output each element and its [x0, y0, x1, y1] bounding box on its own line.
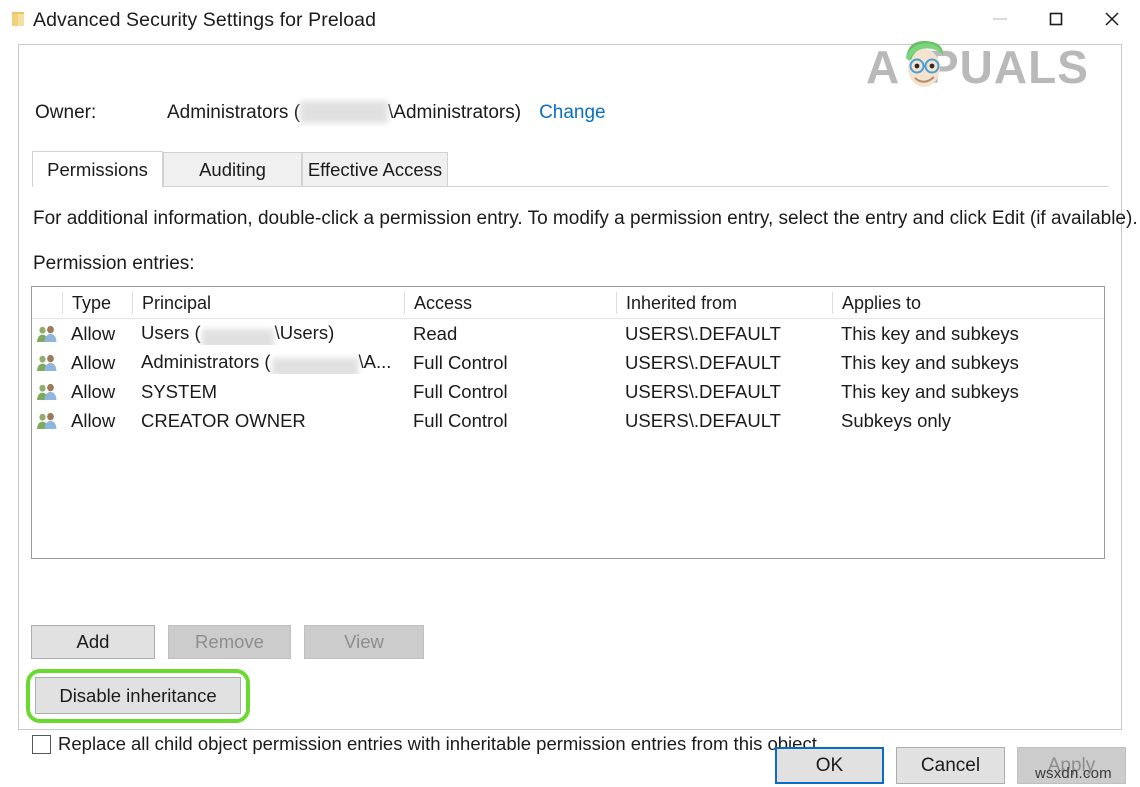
- active-tab-connector: [33, 186, 162, 188]
- table-row[interactable]: Allow CREATOR OWNER Full Control USERS\.…: [32, 406, 1104, 435]
- tab-strip-divider: [32, 186, 1109, 187]
- window-controls: [972, 0, 1140, 38]
- column-header-access[interactable]: Access: [404, 292, 616, 314]
- column-header-principal[interactable]: Principal: [132, 292, 404, 314]
- replace-child-permissions-row[interactable]: Replace all child object permission entr…: [32, 733, 817, 755]
- table-row[interactable]: Allow Administrators ( \A... Full Control…: [32, 348, 1104, 377]
- header-icon-spacer: [32, 292, 62, 314]
- column-header-inherited-from[interactable]: Inherited from: [616, 292, 832, 314]
- principal-suffix: \A...: [359, 351, 392, 372]
- cell-type: Allow: [62, 352, 132, 374]
- disable-inheritance-button[interactable]: Disable inheritance: [35, 677, 241, 714]
- owner-row: Owner: Administrators (\Administrators) …: [35, 101, 606, 127]
- table-row[interactable]: Allow Users ( \Users) Read USERS\.DEFAULT…: [32, 319, 1104, 348]
- cancel-button[interactable]: Cancel: [896, 747, 1005, 784]
- owner-label: Owner:: [35, 102, 167, 124]
- title-bar: Advanced Security Settings for Preload: [0, 0, 1140, 38]
- cell-principal: CREATOR OWNER: [132, 410, 404, 432]
- cell-access: Full Control: [404, 410, 616, 432]
- redacted-computer-name: [202, 329, 274, 345]
- users-group-icon: [32, 383, 62, 401]
- redacted-computer-name: [272, 358, 358, 374]
- cell-applies-to: Subkeys only: [832, 410, 1102, 432]
- cell-principal: SYSTEM: [132, 381, 404, 403]
- users-group-icon: [32, 325, 62, 343]
- minimize-icon[interactable]: [972, 0, 1028, 38]
- cell-type: Allow: [62, 381, 132, 403]
- cell-type: Allow: [62, 410, 132, 432]
- tab-effective-access-label: Effective Access: [308, 159, 442, 181]
- cell-inherited-from: USERS\.DEFAULT: [616, 323, 832, 345]
- ok-button[interactable]: OK: [775, 747, 884, 784]
- principal-prefix: Users (: [141, 322, 201, 343]
- tab-permissions-label: Permissions: [47, 159, 148, 181]
- owner-value: Administrators ( \Administrators): [167, 101, 521, 125]
- owner-value-suffix: \Administrators): [388, 102, 521, 123]
- cell-principal: Users ( \Users): [132, 322, 404, 344]
- table-header-row: Type Principal Access Inherited from App…: [32, 287, 1104, 319]
- maximize-icon[interactable]: [1028, 0, 1084, 38]
- cell-applies-to: This key and subkeys: [832, 352, 1102, 374]
- add-button[interactable]: Add: [31, 625, 155, 659]
- table-row[interactable]: Allow SYSTEM Full Control USERS\.DEFAULT…: [32, 377, 1104, 406]
- cell-applies-to: This key and subkeys: [832, 323, 1102, 345]
- tab-effective-access[interactable]: Effective Access: [302, 152, 448, 187]
- cell-type: Allow: [62, 323, 132, 345]
- cell-inherited-from: USERS\.DEFAULT: [616, 410, 832, 432]
- folder-icon: [11, 11, 26, 27]
- tab-permissions[interactable]: Permissions: [32, 151, 163, 187]
- tab-auditing-label: Auditing: [199, 159, 266, 181]
- tab-strip: Permissions Auditing Effective Access: [32, 151, 1109, 187]
- permission-entries-label: Permission entries:: [33, 253, 195, 275]
- dialog-content-panel: Owner: Administrators (\Administrators) …: [18, 44, 1122, 730]
- users-group-icon: [32, 412, 62, 430]
- redacted-computer-name: [300, 101, 388, 123]
- change-owner-link[interactable]: Change: [539, 102, 606, 124]
- cell-inherited-from: USERS\.DEFAULT: [616, 381, 832, 403]
- column-header-type[interactable]: Type: [62, 292, 132, 314]
- tab-auditing[interactable]: Auditing: [163, 152, 302, 187]
- cell-access: Read: [404, 323, 616, 345]
- info-text: For additional information, double-click…: [33, 208, 1138, 230]
- remove-button[interactable]: Remove: [168, 625, 291, 659]
- cell-principal: Administrators ( \A...: [132, 351, 404, 373]
- cell-applies-to: This key and subkeys: [832, 381, 1102, 403]
- replace-child-permissions-checkbox[interactable]: [32, 735, 51, 754]
- view-button[interactable]: View: [304, 625, 424, 659]
- owner-value-prefix: Administrators (: [167, 102, 300, 123]
- cell-access: Full Control: [404, 381, 616, 403]
- principal-suffix: \Users): [275, 322, 335, 343]
- column-header-applies-to[interactable]: Applies to: [832, 292, 1102, 314]
- users-group-icon: [32, 354, 62, 372]
- permission-entries-list[interactable]: Type Principal Access Inherited from App…: [31, 286, 1105, 559]
- cell-access: Full Control: [404, 352, 616, 374]
- principal-prefix: Administrators (: [141, 351, 271, 372]
- close-icon[interactable]: [1084, 0, 1140, 38]
- window-title: Advanced Security Settings for Preload: [33, 9, 376, 32]
- replace-child-permissions-label: Replace all child object permission entr…: [58, 733, 817, 755]
- cell-inherited-from: USERS\.DEFAULT: [616, 352, 832, 374]
- source-watermark: wsxdn.com: [1035, 765, 1112, 782]
